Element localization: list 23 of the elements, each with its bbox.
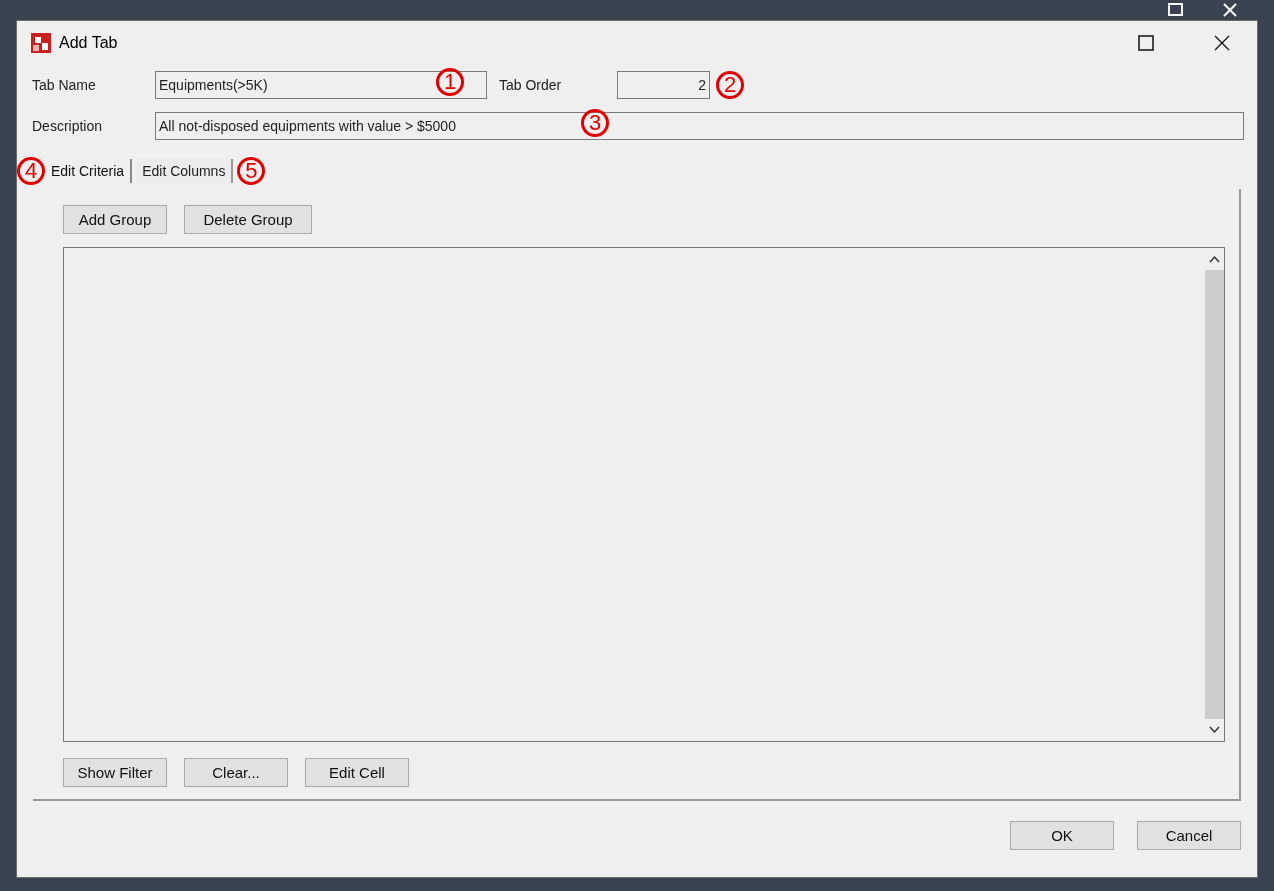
callout-marker: 5	[237, 157, 266, 185]
grid-button[interactable]: Edit Cell	[305, 758, 409, 787]
toolbar-button[interactable]: Delete Group	[184, 205, 312, 234]
field-label: Description	[32, 118, 104, 134]
grid-button[interactable]: Show Filter	[63, 758, 167, 787]
callout-marker: 3	[581, 109, 609, 137]
tab-name-field[interactable]: Equipments(>5K) 1	[155, 71, 487, 99]
close-icon	[1214, 35, 1230, 51]
toolbar-button[interactable]: Add Group	[63, 205, 167, 234]
description-field[interactable]: All not-disposed equipments with value > $5000 3	[155, 112, 1244, 140]
field-label: Tab Name	[32, 77, 97, 93]
window-title: Add Tab	[59, 34, 119, 52]
tab-order-field[interactable]: 2	[617, 71, 710, 99]
maximize-icon[interactable]	[1168, 3, 1184, 17]
dialog-button[interactable]: Cancel	[1137, 821, 1241, 850]
dialog-button[interactable]: OK	[1010, 821, 1114, 850]
field-label: Tab Order	[499, 77, 563, 93]
callout-marker: 2	[716, 71, 744, 99]
close-icon[interactable]	[1222, 3, 1238, 17]
grid-button[interactable]: Clear...	[184, 758, 288, 787]
callout-marker: 1	[436, 68, 464, 96]
maximize-icon	[1138, 35, 1154, 51]
app-logo-icon	[29, 31, 53, 55]
